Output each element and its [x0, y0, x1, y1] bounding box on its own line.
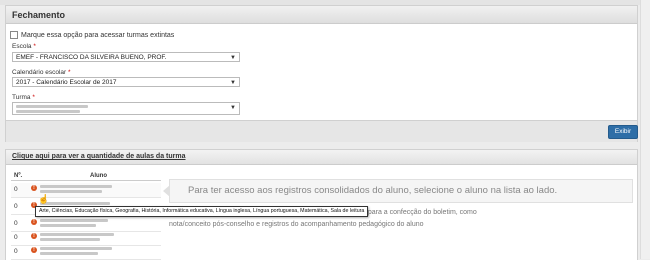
select-student-hint: Para ter acesso aos registros consolidad…	[163, 179, 633, 203]
row-number: 0	[14, 248, 18, 255]
escola-selected-value: EMEF - FRANCISCO DA SILVEIRA BUENO, PROF…	[16, 54, 167, 61]
turma-label-row: Turma *	[12, 94, 35, 101]
student-name-blurred	[40, 247, 112, 257]
header-divider	[11, 180, 161, 181]
row-number: 0	[14, 234, 18, 241]
required-mark: *	[33, 43, 36, 50]
chevron-down-icon: ▼	[230, 105, 236, 111]
escola-select[interactable]: EMEF - FRANCISCO DA SILVEIRA BUENO, PROF…	[12, 52, 240, 62]
class-lessons-link[interactable]: Clique aqui para ver a quantidade de aul…	[12, 153, 186, 160]
turma-label: Turma	[12, 94, 31, 101]
table-row[interactable]: 0 !	[11, 231, 161, 246]
warning-icon: !	[31, 247, 37, 253]
panel-header: Fechamento	[6, 6, 637, 24]
calendario-label-row: Calendário escolar *	[12, 69, 71, 76]
chevron-down-icon: ▼	[230, 80, 236, 86]
escola-label-row: Escola *	[12, 43, 36, 50]
col-aluno-header: Aluno	[90, 173, 107, 179]
table-row[interactable]: 0 !	[11, 245, 161, 260]
panel-footer	[6, 120, 637, 142]
panel-header: Clique aqui para ver a quantidade de aul…	[6, 150, 637, 165]
row-number: 0	[14, 220, 18, 227]
chevron-down-icon: ▼	[230, 55, 236, 61]
student-name-blurred	[40, 185, 112, 195]
col-number-header: Nº.	[14, 173, 23, 179]
table-row[interactable]: 0 !	[11, 183, 161, 198]
description-line-2: nota/conceito pós-conselho e registros d…	[169, 221, 424, 228]
warning-icon: !	[31, 185, 37, 191]
page-scrollbar[interactable]	[640, 0, 650, 259]
calendario-selected-value: 2017 - Calendário Escolar de 2017	[16, 79, 117, 86]
escola-label: Escola	[12, 43, 32, 50]
student-name-blurred	[40, 219, 108, 229]
student-name-blurred	[40, 233, 114, 243]
required-mark: *	[32, 94, 35, 101]
panel-title: Fechamento	[12, 10, 66, 20]
row-number: 0	[14, 203, 18, 210]
fechamento-panel: Fechamento Marque essa opção para acessa…	[5, 5, 638, 142]
required-mark: *	[68, 69, 71, 76]
exibir-button[interactable]: Exibir	[608, 125, 638, 139]
subjects-tooltip: Arte, Ciências, Educação física, Geograf…	[35, 206, 369, 217]
checkbox-label: Marque essa opção para acessar turmas ex…	[21, 31, 175, 39]
blurred-turma-text	[16, 105, 88, 108]
blurred-turma-text	[16, 110, 80, 113]
checkbox-box[interactable]	[10, 31, 18, 39]
calendario-select[interactable]: 2017 - Calendário Escolar de 2017 ▼	[12, 77, 240, 87]
hint-text: Para ter acesso aos registros consolidad…	[188, 185, 558, 196]
hand-cursor-icon: ☝	[38, 194, 50, 204]
table-row[interactable]: 0 !	[11, 217, 161, 232]
turma-select[interactable]: ▼	[12, 102, 240, 115]
warning-icon: !	[31, 233, 37, 239]
warning-icon: !	[31, 219, 37, 225]
students-panel: Clique aqui para ver a quantidade de aul…	[5, 149, 638, 260]
calendario-label: Calendário escolar	[12, 69, 67, 76]
extinct-classes-checkbox[interactable]: Marque essa opção para acessar turmas ex…	[10, 31, 174, 39]
row-number: 0	[14, 186, 18, 193]
